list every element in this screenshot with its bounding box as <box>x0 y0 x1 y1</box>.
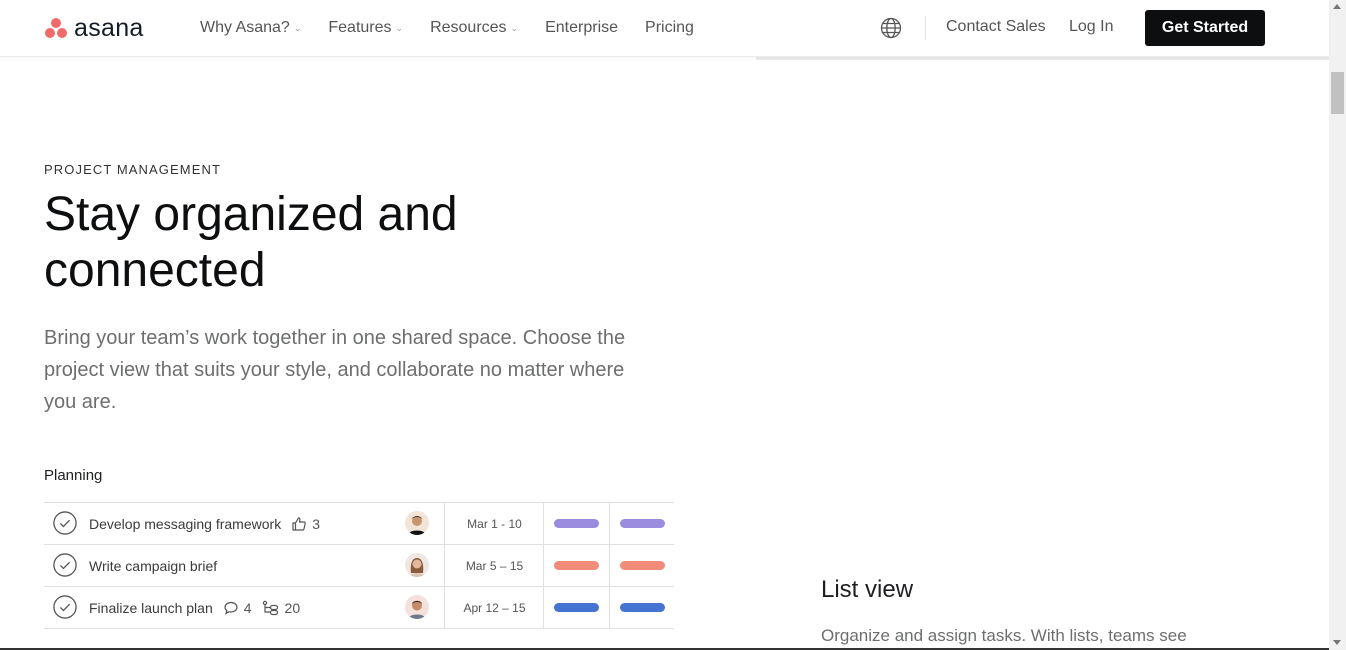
priority-pill <box>620 603 665 612</box>
log-in-link[interactable]: Log In <box>1069 18 1113 36</box>
task-label: Develop messaging framework <box>89 516 282 532</box>
table-row: Develop messaging framework 3 Mar 1 - 10 <box>44 503 674 545</box>
nav-enterprise[interactable]: Enterprise <box>545 19 618 37</box>
comments-count: 4 <box>223 600 252 616</box>
comments-value: 4 <box>243 600 252 616</box>
nav-why-asana[interactable]: Why Asana? ⌄ <box>200 19 301 37</box>
nav-link-label: Resources <box>430 19 507 36</box>
priority-cell <box>609 545 675 586</box>
section-eyebrow: PROJECT MANAGEMENT <box>44 162 222 177</box>
nav-resources[interactable]: Resources ⌄ <box>430 19 518 37</box>
asana-logo-icon <box>44 17 68 39</box>
task-date: Mar 5 – 15 <box>444 545 544 586</box>
likes-value: 3 <box>312 516 320 532</box>
check-circle-icon[interactable] <box>53 553 77 577</box>
check-circle-icon[interactable] <box>53 595 77 619</box>
task-name[interactable]: Write campaign brief <box>89 558 217 574</box>
task-label: Finalize launch plan <box>89 600 213 616</box>
comment-icon <box>224 601 238 615</box>
task-name[interactable]: Finalize launch plan 4 20 <box>89 600 300 616</box>
avatar <box>405 595 429 619</box>
status-cell <box>543 503 610 544</box>
nav-link-label: Enterprise <box>545 19 619 36</box>
scrollbar-thumb[interactable] <box>1331 72 1344 114</box>
priority-pill <box>620 561 665 570</box>
avatar <box>405 553 429 577</box>
priority-cell <box>609 587 675 628</box>
table-row: Finalize launch plan 4 20 Apr 12 – 15 <box>44 587 674 629</box>
globe-icon[interactable] <box>880 17 902 39</box>
top-nav: asana Why Asana? ⌄ Features ⌄ Resources ⌄ E… <box>0 0 1329 57</box>
scroll-up-arrow-icon[interactable] <box>1333 4 1341 9</box>
status-cell <box>543 587 610 628</box>
planning-task-list: Develop messaging framework 3 Mar 1 - 10… <box>44 502 674 629</box>
subtasks-value: 20 <box>284 600 301 616</box>
thumbs-up-icon <box>292 517 307 531</box>
list-view-title: List view <box>821 576 914 603</box>
get-started-button[interactable]: Get Started <box>1145 10 1265 46</box>
chevron-down-icon: ⌄ <box>293 22 302 33</box>
status-pill <box>554 603 599 612</box>
status-cell <box>543 545 610 586</box>
nav-divider <box>925 16 926 40</box>
status-pill <box>554 561 599 570</box>
check-circle-icon[interactable] <box>53 511 77 535</box>
nav-link-label: Why Asana? <box>200 19 290 36</box>
section-body: Bring your team’s work together in one s… <box>44 327 626 413</box>
nav-links: Why Asana? ⌄ Features ⌄ Resources ⌄ Enterpr… <box>200 0 694 56</box>
nav-link-label: Features <box>328 19 392 36</box>
asana-logo[interactable]: asana <box>44 14 144 42</box>
nav-pricing[interactable]: Pricing <box>645 19 694 37</box>
priority-cell <box>609 503 675 544</box>
task-date: Mar 1 - 10 <box>444 503 544 544</box>
task-label: Write campaign brief <box>89 558 218 574</box>
section-headline: Stay organized and connected <box>44 188 458 297</box>
logo-text: asana <box>74 13 144 42</box>
status-pill <box>554 519 599 528</box>
nav-features[interactable]: Features ⌄ <box>328 19 403 37</box>
likes-count: 3 <box>291 516 320 532</box>
planning-label: Planning <box>44 467 103 484</box>
list-view-description: Organize and assign tasks. With lists, t… <box>821 626 1187 645</box>
chevron-down-icon: ⌄ <box>395 22 404 33</box>
page-scrollbar[interactable] <box>1329 0 1346 650</box>
task-date: Apr 12 – 15 <box>444 587 544 628</box>
subtask-icon <box>262 600 278 616</box>
nav-link-label: Pricing <box>645 19 694 36</box>
contact-sales-link[interactable]: Contact Sales <box>946 18 1046 36</box>
priority-pill <box>620 519 665 528</box>
chevron-down-icon: ⌄ <box>510 22 519 33</box>
scroll-down-arrow-icon[interactable] <box>1333 640 1341 645</box>
task-name[interactable]: Develop messaging framework 3 <box>89 516 320 532</box>
subtasks-count: 20 <box>262 600 301 616</box>
avatar <box>405 511 429 535</box>
table-row: Write campaign brief Mar 5 – 15 <box>44 545 674 587</box>
